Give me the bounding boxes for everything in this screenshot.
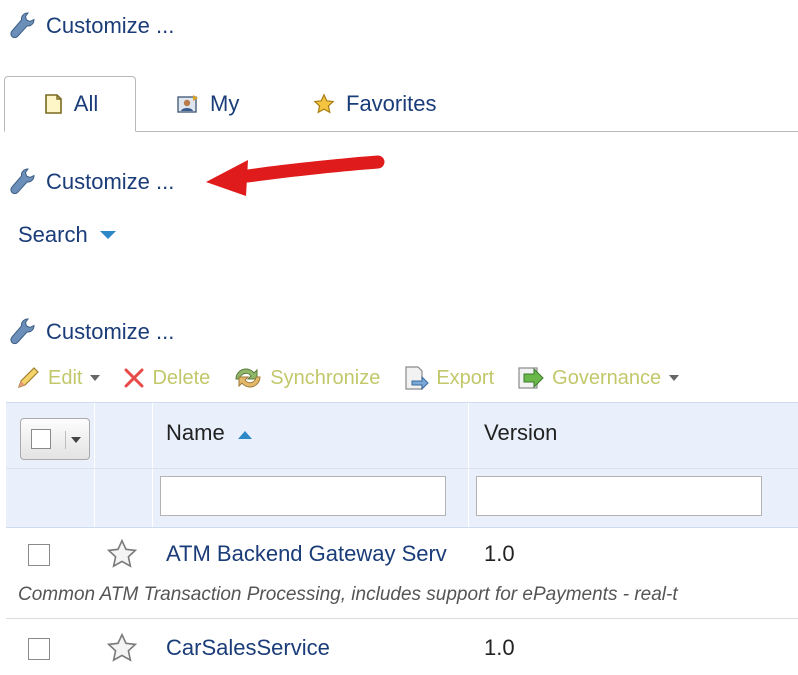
wrench-icon (10, 168, 35, 195)
person-card-icon (176, 93, 200, 115)
customize-link-grid[interactable]: Customize ... (8, 316, 174, 348)
tab-favorites-label: Favorites (346, 91, 437, 116)
edit-button[interactable]: Edit (16, 366, 101, 390)
action-toolbar: Edit Delete Synchronize Export Governanc… (16, 358, 701, 398)
tab-my-label: My (210, 91, 240, 116)
delete-x-icon (124, 368, 144, 388)
caret-down-icon (99, 231, 116, 239)
caret-down-icon (90, 375, 101, 381)
row-name-link[interactable]: ATM Backend Gateway Serv (166, 541, 470, 567)
governance-label: Governance (552, 366, 662, 389)
tab-my[interactable]: My (176, 76, 239, 132)
select-all-checkbox[interactable] (31, 429, 51, 449)
row-name-link[interactable]: CarSalesService (166, 635, 470, 661)
document-icon (42, 93, 64, 115)
search-label: Search (18, 222, 88, 247)
tab-bar: All My Favorites (4, 76, 798, 132)
delete-button[interactable]: Delete (122, 366, 210, 390)
customize-link-text[interactable]: Customize ... (46, 319, 174, 345)
caret-down-icon (71, 437, 81, 443)
column-divider (94, 403, 95, 469)
column-divider (152, 403, 153, 469)
edit-label: Edit (48, 366, 83, 389)
wrench-icon (10, 318, 35, 345)
column-header-version[interactable]: Version (484, 420, 557, 446)
synchronize-button[interactable]: Synchronize (232, 365, 380, 391)
column-header-name-label: Name (166, 420, 225, 445)
name-filter-input[interactable] (160, 476, 446, 516)
dropdown-divider (65, 431, 66, 449)
tab-all-label: All (73, 91, 99, 116)
tab-all[interactable]: All (4, 76, 136, 132)
caret-down-icon (669, 375, 680, 381)
column-divider (468, 403, 469, 469)
synchronize-label: Synchronize (270, 366, 381, 389)
wrench-icon (10, 12, 35, 39)
search-toggle[interactable]: Search (18, 222, 116, 248)
version-filter-input[interactable] (476, 476, 762, 516)
sort-ascending-icon (237, 431, 252, 439)
column-header-name[interactable]: Name (166, 420, 253, 446)
row-version: 1.0 (484, 635, 515, 660)
select-all-dropdown[interactable] (20, 418, 90, 460)
row-description: Common ATM Transaction Processing, inclu… (18, 584, 678, 605)
favorite-star-icon[interactable] (106, 538, 138, 570)
pencil-icon (18, 367, 39, 388)
column-divider (152, 469, 153, 527)
row-divider (6, 618, 798, 619)
delete-label: Delete (152, 366, 211, 389)
favorite-star-icon[interactable] (106, 632, 138, 664)
grid-header (6, 402, 798, 469)
column-divider (468, 469, 469, 527)
row-version: 1.0 (484, 541, 515, 566)
export-button[interactable]: Export (402, 365, 494, 391)
column-divider (94, 469, 95, 527)
tab-favorites[interactable]: Favorites (312, 76, 436, 132)
customize-link-tab[interactable]: Customize ... (8, 166, 174, 198)
row-checkbox[interactable] (28, 638, 50, 660)
export-icon (405, 366, 430, 391)
customize-link-text[interactable]: Customize ... (46, 13, 174, 39)
customize-link-text[interactable]: Customize ... (46, 169, 174, 195)
governance-button[interactable]: Governance (516, 365, 680, 391)
star-icon (312, 93, 336, 115)
red-arrow-annotation (206, 155, 385, 196)
synchronize-icon (235, 368, 261, 388)
row-checkbox[interactable] (28, 544, 50, 566)
export-label: Export (436, 366, 495, 389)
customize-link-page[interactable]: Customize ... (8, 10, 174, 42)
governance-icon (518, 367, 544, 389)
